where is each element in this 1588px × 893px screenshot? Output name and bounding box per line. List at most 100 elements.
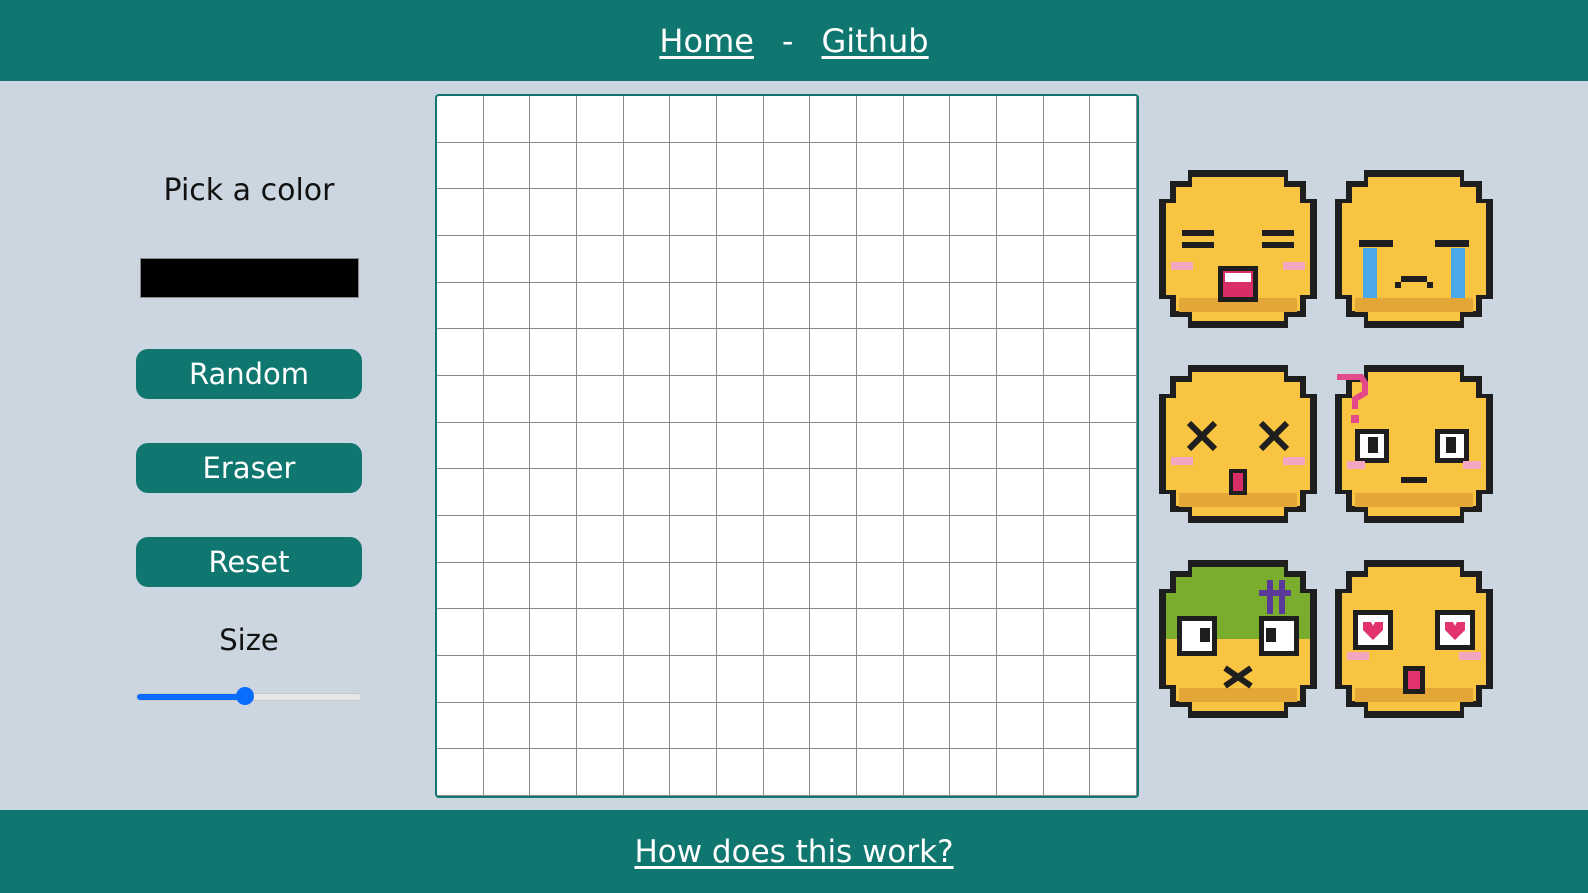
- grid-cell[interactable]: [810, 516, 857, 563]
- grid-cell[interactable]: [857, 236, 904, 283]
- grid-cell[interactable]: [530, 609, 577, 656]
- eraser-button[interactable]: Eraser: [136, 443, 362, 493]
- grid-cell[interactable]: [530, 749, 577, 796]
- grid-cell[interactable]: [857, 656, 904, 703]
- grid-cell[interactable]: [717, 516, 764, 563]
- grid-cell[interactable]: [670, 142, 717, 190]
- grid-cell[interactable]: [670, 96, 717, 143]
- grid-cell[interactable]: [903, 609, 951, 656]
- grid-cell[interactable]: [763, 376, 811, 423]
- grid-cell[interactable]: [857, 609, 904, 656]
- grid-cell[interactable]: [577, 236, 624, 283]
- grid-cell[interactable]: [1043, 282, 1091, 330]
- grid-cell[interactable]: [577, 189, 624, 236]
- grid-cell[interactable]: [1043, 329, 1091, 376]
- grid-cell[interactable]: [763, 236, 811, 283]
- grid-cell[interactable]: [577, 329, 624, 376]
- grid-cell[interactable]: [577, 142, 624, 190]
- grid-cell[interactable]: [670, 516, 717, 563]
- grid-cell[interactable]: [1043, 422, 1091, 470]
- grid-cell[interactable]: [623, 329, 671, 376]
- grid-cell[interactable]: [717, 329, 764, 376]
- grid-cell[interactable]: [810, 376, 857, 423]
- grid-cell[interactable]: [997, 562, 1044, 610]
- grid-cell[interactable]: [997, 282, 1044, 330]
- grid-cell[interactable]: [763, 282, 811, 330]
- grid-cell[interactable]: [950, 329, 997, 376]
- grid-cell[interactable]: [1043, 469, 1091, 516]
- grid-cell[interactable]: [1090, 469, 1137, 516]
- grid-cell[interactable]: [1043, 702, 1091, 750]
- grid-cell[interactable]: [483, 609, 531, 656]
- grid-cell[interactable]: [577, 562, 624, 610]
- grid-cell[interactable]: [1090, 282, 1137, 330]
- grid-cell[interactable]: [717, 142, 764, 190]
- grid-cell[interactable]: [483, 656, 531, 703]
- grid-cell[interactable]: [1043, 236, 1091, 283]
- grid-cell[interactable]: [950, 142, 997, 190]
- grid-cell[interactable]: [763, 329, 811, 376]
- grid-cell[interactable]: [623, 749, 671, 796]
- grid-cell[interactable]: [763, 702, 811, 750]
- grid-cell[interactable]: [717, 236, 764, 283]
- grid-cell[interactable]: [623, 562, 671, 610]
- grid-cell[interactable]: [950, 562, 997, 610]
- grid-cell[interactable]: [623, 236, 671, 283]
- grid-cell[interactable]: [857, 562, 904, 610]
- grid-cell[interactable]: [717, 469, 764, 516]
- grid-cell[interactable]: [1090, 422, 1137, 470]
- grid-cell[interactable]: [1090, 236, 1137, 283]
- grid-cell[interactable]: [950, 609, 997, 656]
- grid-cell[interactable]: [577, 422, 624, 470]
- grid-cell[interactable]: [483, 189, 531, 236]
- grid-cell[interactable]: [857, 96, 904, 143]
- grid-cell[interactable]: [483, 236, 531, 283]
- grid-cell[interactable]: [483, 422, 531, 470]
- grid-cell[interactable]: [950, 656, 997, 703]
- grid-cell[interactable]: [857, 469, 904, 516]
- grid-cell[interactable]: [670, 469, 717, 516]
- grid-cell[interactable]: [810, 189, 857, 236]
- grid-cell[interactable]: [810, 469, 857, 516]
- grid-cell[interactable]: [810, 562, 857, 610]
- grid-cell[interactable]: [1090, 749, 1137, 796]
- grid-cell[interactable]: [997, 376, 1044, 423]
- grid-cell[interactable]: [997, 422, 1044, 470]
- grid-cell[interactable]: [437, 189, 484, 236]
- grid-cell[interactable]: [437, 656, 484, 703]
- grid-cell[interactable]: [950, 422, 997, 470]
- grid-cell[interactable]: [623, 702, 671, 750]
- grid-cell[interactable]: [903, 376, 951, 423]
- grid-cell[interactable]: [903, 469, 951, 516]
- grid-cell[interactable]: [1090, 562, 1137, 610]
- grid-cell[interactable]: [437, 749, 484, 796]
- grid-cell[interactable]: [577, 516, 624, 563]
- grid-cell[interactable]: [903, 516, 951, 563]
- size-slider[interactable]: [136, 687, 362, 705]
- grid-cell[interactable]: [997, 609, 1044, 656]
- grid-cell[interactable]: [530, 702, 577, 750]
- grid-cell[interactable]: [717, 96, 764, 143]
- grid-cell[interactable]: [670, 749, 717, 796]
- grid-cell[interactable]: [530, 469, 577, 516]
- grid-cell[interactable]: [857, 749, 904, 796]
- grid-cell[interactable]: [763, 749, 811, 796]
- grid-cell[interactable]: [1043, 562, 1091, 610]
- size-slider-thumb[interactable]: [236, 687, 254, 705]
- grid-cell[interactable]: [903, 656, 951, 703]
- grid-cell[interactable]: [763, 469, 811, 516]
- grid-cell[interactable]: [577, 749, 624, 796]
- grid-cell[interactable]: [903, 142, 951, 190]
- grid-cell[interactable]: [997, 656, 1044, 703]
- grid-cell[interactable]: [483, 282, 531, 330]
- grid-cell[interactable]: [1090, 96, 1137, 143]
- grid-cell[interactable]: [577, 609, 624, 656]
- grid-cell[interactable]: [997, 142, 1044, 190]
- grid-cell[interactable]: [437, 422, 484, 470]
- grid-cell[interactable]: [810, 422, 857, 470]
- grid-cell[interactable]: [483, 469, 531, 516]
- grid-cell[interactable]: [1090, 609, 1137, 656]
- grid-cell[interactable]: [810, 749, 857, 796]
- grid-cell[interactable]: [670, 656, 717, 703]
- grid-cell[interactable]: [717, 376, 764, 423]
